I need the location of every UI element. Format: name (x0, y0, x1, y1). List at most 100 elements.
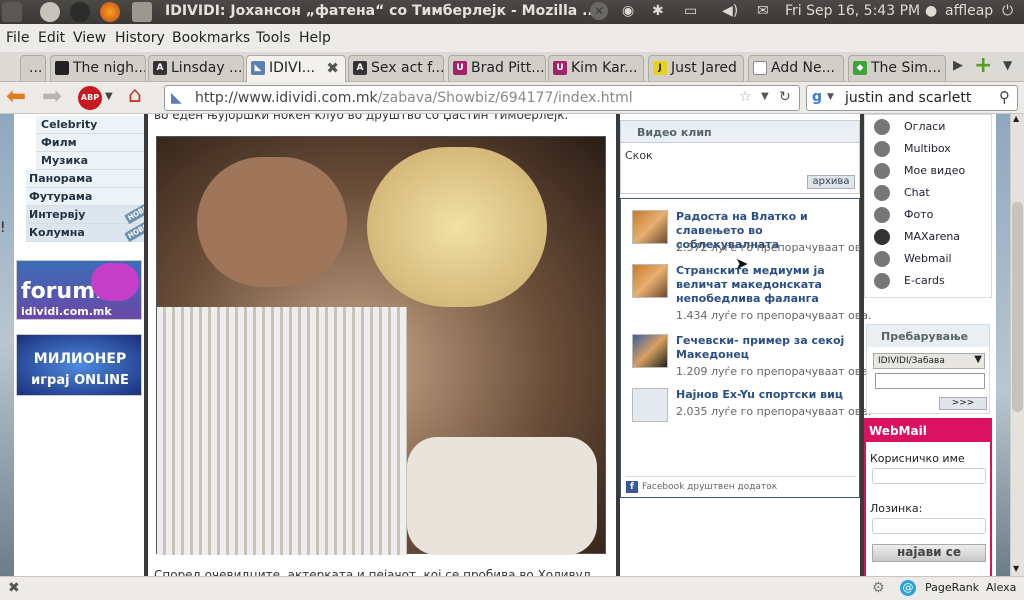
tab-1[interactable]: The nigh... (50, 55, 146, 81)
bookmark-star-icon[interactable]: ☆ (739, 89, 752, 105)
nav-kolumna[interactable]: Колумна НОВО (26, 219, 153, 243)
scroll-up-icon[interactable]: ▲ (1013, 114, 1019, 123)
right-nav-ecards[interactable]: E-cards (866, 270, 986, 292)
user-icon[interactable]: ● (925, 3, 937, 19)
login-button[interactable]: најави се (872, 544, 986, 562)
ecard-icon (874, 273, 890, 289)
scroll-down-icon[interactable]: ▼ (1013, 564, 1019, 573)
right-nav-chat[interactable]: Chat (866, 182, 986, 204)
tab-close-icon[interactable]: ✖ (326, 59, 339, 77)
right-nav-maxarena[interactable]: MAXarena (866, 226, 986, 248)
video-header: Видео клип (637, 126, 712, 139)
nav-panorama[interactable]: Панорама (26, 170, 152, 188)
menu-edit[interactable]: Edit (38, 30, 65, 46)
clock[interactable]: Fri Sep 16, 5:43 PM (785, 3, 920, 19)
nav-celebrity[interactable]: Celebrity (36, 116, 152, 134)
volume-icon[interactable]: ◀) (722, 3, 738, 19)
app-icon-1[interactable] (2, 2, 22, 22)
right-nav-foto[interactable]: Фото (866, 204, 986, 226)
right-nav-webmail[interactable]: Webmail (866, 248, 986, 270)
category-select[interactable]: IDIVIDI/Забава ▼ (873, 353, 985, 369)
wifi-icon[interactable]: ◉ (622, 3, 634, 19)
news-item-1[interactable]: Радоста на Влатко и славењето во соблеку… (632, 210, 872, 254)
close-addon-bar-icon[interactable]: ✖ (8, 580, 20, 596)
nav-film[interactable]: Филм (36, 134, 152, 152)
new-tab-icon[interactable]: + (974, 53, 992, 78)
window-close-icon[interactable]: ✕ (590, 2, 608, 20)
site-search-input[interactable] (875, 373, 985, 389)
nav-muzika[interactable]: Музика (36, 152, 152, 170)
gear-icon[interactable]: ⚙ (872, 580, 885, 596)
news-title[interactable]: Најнов Ex-Yu спортски виц (676, 388, 856, 402)
right-nav-oglasi[interactable]: Огласи (866, 116, 986, 138)
search-bar[interactable]: g ▼ justin and scarlett ⚲ (806, 85, 1018, 111)
milioner-banner[interactable]: МИЛИОНЕР играј ONLINE (16, 334, 142, 396)
password-input[interactable] (872, 518, 986, 534)
video-widget: Видео клип Скок архива (620, 120, 860, 194)
news-thumbnail (632, 334, 668, 368)
google-icon[interactable]: g (812, 89, 822, 105)
url-dropdown-icon[interactable]: ▼ (761, 91, 769, 102)
mail-icon[interactable]: ✉ (757, 3, 769, 19)
page-scrollbar[interactable]: ▲ ▼ (1010, 114, 1024, 576)
scrollbar-thumb[interactable] (1012, 202, 1023, 412)
news-title[interactable]: Гечевски- пример за секој Македонец (676, 334, 856, 362)
menu-view[interactable]: View (73, 30, 106, 46)
news-item-3[interactable]: Гечевски- пример за секој Македонец 1.20… (632, 334, 872, 378)
tab-2[interactable]: A Linsday ... (148, 55, 244, 81)
photo-hair-woman (367, 147, 547, 307)
power-icon[interactable]: ⏻ (1002, 3, 1013, 19)
search-go-button[interactable]: >>> (939, 397, 987, 410)
search-engine-dropdown-icon[interactable]: ▼ (827, 92, 834, 102)
bluetooth-icon[interactable]: ✱ (652, 3, 664, 19)
at-icon[interactable]: @ (900, 580, 916, 596)
tab-scroll-right-icon[interactable]: ▶ (953, 58, 963, 73)
tab-9[interactable]: ◆ The Sim... (848, 55, 946, 81)
firefox-icon[interactable] (100, 2, 120, 22)
tab-5[interactable]: U Brad Pitt... (448, 55, 546, 81)
forward-icon[interactable]: ➡ (42, 82, 62, 110)
adblock-icon[interactable]: ABP (78, 86, 102, 110)
menu-bookmarks[interactable]: Bookmarks (172, 30, 250, 46)
archive-button[interactable]: архива (807, 175, 855, 189)
menu-tools[interactable]: Tools (256, 30, 291, 46)
url-bar[interactable]: ◣ http://www.idividi.com.mk/zabava/Showb… (164, 85, 800, 111)
tab-4[interactable]: A Sex act f... (348, 55, 444, 81)
home-icon[interactable]: ⌂ (128, 83, 142, 108)
tab-7[interactable]: J Just Jared (648, 55, 744, 81)
username[interactable]: affleap (945, 3, 993, 19)
nav-intervju[interactable]: Интервју НОВО (26, 201, 153, 225)
username-input[interactable] (872, 468, 986, 484)
menu-history[interactable]: History (115, 30, 165, 46)
app-icon-4[interactable] (132, 2, 152, 22)
app-icon-2[interactable] (40, 2, 60, 22)
us-icon: U (553, 61, 567, 75)
right-nav-video[interactable]: Мое видео (866, 160, 986, 182)
news-item-4[interactable]: Најнов Ex-Yu спортски виц 2.035 луѓе го … (632, 388, 872, 422)
forum-banner[interactable]: forum. idividi.com.mk (16, 260, 142, 320)
tab-list-icon[interactable]: ▼ (1003, 58, 1012, 72)
search-input[interactable]: justin and scarlett (845, 90, 971, 106)
menu-help[interactable]: Help (299, 30, 331, 46)
tab-6[interactable]: U Kim Kar... (548, 55, 644, 81)
app-icon-3[interactable] (70, 2, 90, 22)
url-text[interactable]: http://www.idividi.com.mk/zabava/Showbiz… (195, 90, 633, 106)
site-identity-icon[interactable]: ◣ (171, 90, 182, 106)
adblock-dropdown-icon[interactable]: ▼ (105, 91, 113, 102)
right-nav-multibox[interactable]: Multibox (866, 138, 986, 160)
tab-8[interactable]: Add Ne... (748, 55, 844, 81)
battery-icon[interactable]: ▭ (684, 3, 697, 19)
video-item[interactable]: Скок (625, 149, 653, 162)
alexa-label[interactable]: Alexa (986, 581, 1016, 594)
tab-overflow[interactable]: ... (20, 55, 46, 81)
search-icon[interactable]: ⚲ (999, 88, 1010, 106)
news-title[interactable]: Странските медиуми ја величат македонска… (676, 264, 856, 306)
back-icon[interactable]: ⬅ (6, 82, 26, 110)
tab-3-active[interactable]: ◣ IDIVI... ✖ (246, 55, 346, 82)
reload-icon[interactable]: ↻ (779, 89, 791, 105)
pagerank-label[interactable]: PageRank (925, 581, 979, 594)
chat-icon (874, 185, 890, 201)
menu-file[interactable]: File (6, 30, 29, 46)
left-edge-mark: ! (0, 220, 6, 236)
nav-futurama[interactable]: Футурама (26, 188, 152, 206)
